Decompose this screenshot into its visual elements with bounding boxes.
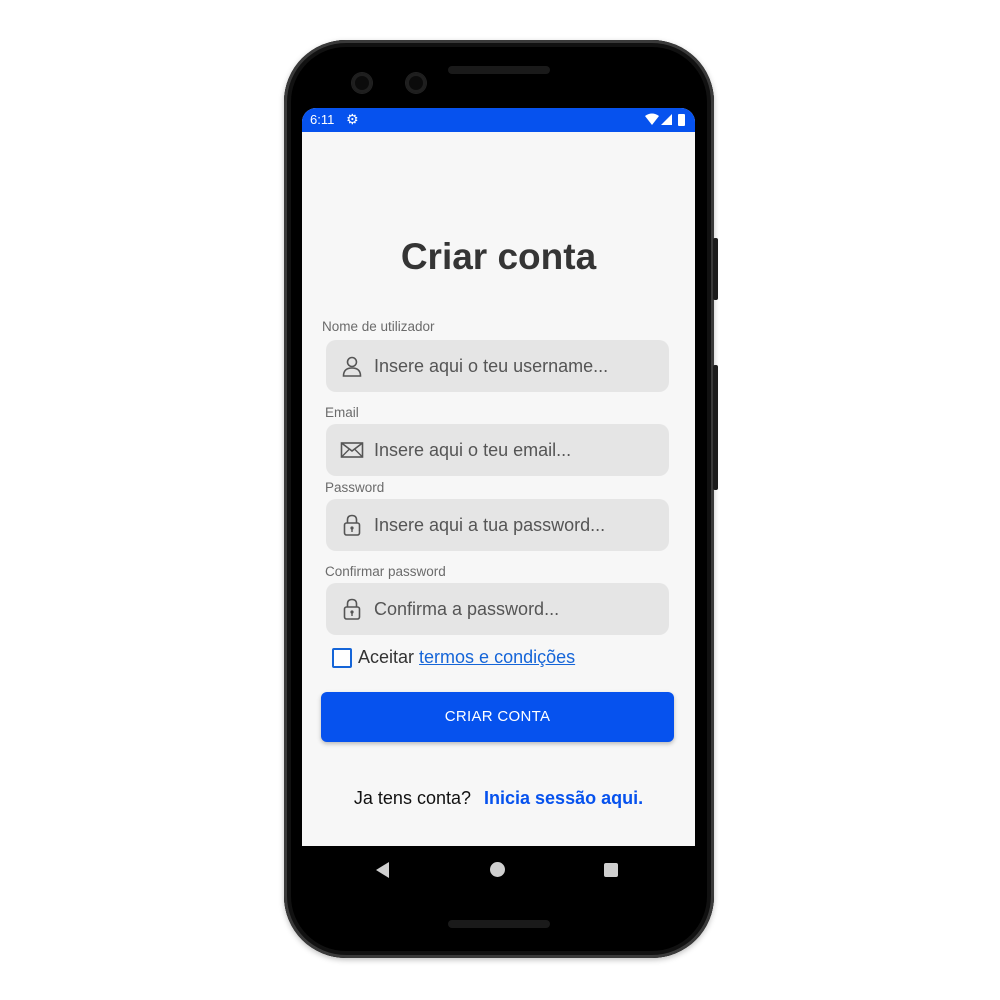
login-question: Ja tens conta? xyxy=(353,788,471,808)
username-label: Nome de utilizador xyxy=(322,319,435,334)
front-sensor xyxy=(406,73,426,93)
power-button xyxy=(713,365,718,490)
terms-text: Aceitar termos e condições xyxy=(358,647,575,668)
username-field[interactable] xyxy=(326,340,669,392)
recent-apps-icon[interactable] xyxy=(604,863,618,877)
user-icon xyxy=(340,354,364,378)
wifi-signal-battery-icons xyxy=(645,113,685,126)
email-label: Email xyxy=(325,405,359,420)
page-title: Criar conta xyxy=(400,236,597,277)
envelope-icon xyxy=(340,438,364,462)
lock-icon xyxy=(340,597,364,621)
wifi-icon xyxy=(645,113,659,125)
status-time: 6:11 xyxy=(310,112,335,127)
gear-icon: ⚙ xyxy=(346,111,359,127)
login-link[interactable]: Inicia sessão aqui. xyxy=(484,788,643,808)
volume-button xyxy=(713,238,718,300)
battery-icon xyxy=(678,114,685,126)
front-camera xyxy=(352,73,372,93)
top-speaker xyxy=(448,66,550,74)
confirm-password-field[interactable] xyxy=(326,583,669,635)
status-icons xyxy=(645,113,689,130)
email-input[interactable] xyxy=(374,424,659,476)
password-field[interactable] xyxy=(326,499,669,551)
bottom-speaker xyxy=(448,920,550,928)
terms-prefix: Aceitar xyxy=(358,647,415,667)
terms-checkbox[interactable] xyxy=(332,648,352,668)
signal-icon xyxy=(661,114,672,125)
confirm-password-label: Confirmar password xyxy=(325,564,446,579)
back-icon[interactable] xyxy=(376,862,389,878)
password-label: Password xyxy=(325,480,385,495)
confirm-password-input[interactable] xyxy=(374,583,659,635)
username-input[interactable] xyxy=(374,340,659,392)
lock-icon xyxy=(340,513,364,537)
status-bar: 6:11 ⚙ xyxy=(302,108,695,132)
create-account-button[interactable]: CRIAR CONTA xyxy=(321,692,674,742)
login-row: Ja tens conta? Inicia sessão aqui. xyxy=(302,788,695,809)
password-input[interactable] xyxy=(374,499,659,551)
home-icon[interactable] xyxy=(490,862,505,877)
app-screen: 6:11 ⚙ Criar conta Nome de utilizador Em… xyxy=(302,108,695,892)
android-nav-bar xyxy=(302,846,695,894)
terms-link[interactable]: termos e condições xyxy=(419,647,575,667)
email-field[interactable] xyxy=(326,424,669,476)
